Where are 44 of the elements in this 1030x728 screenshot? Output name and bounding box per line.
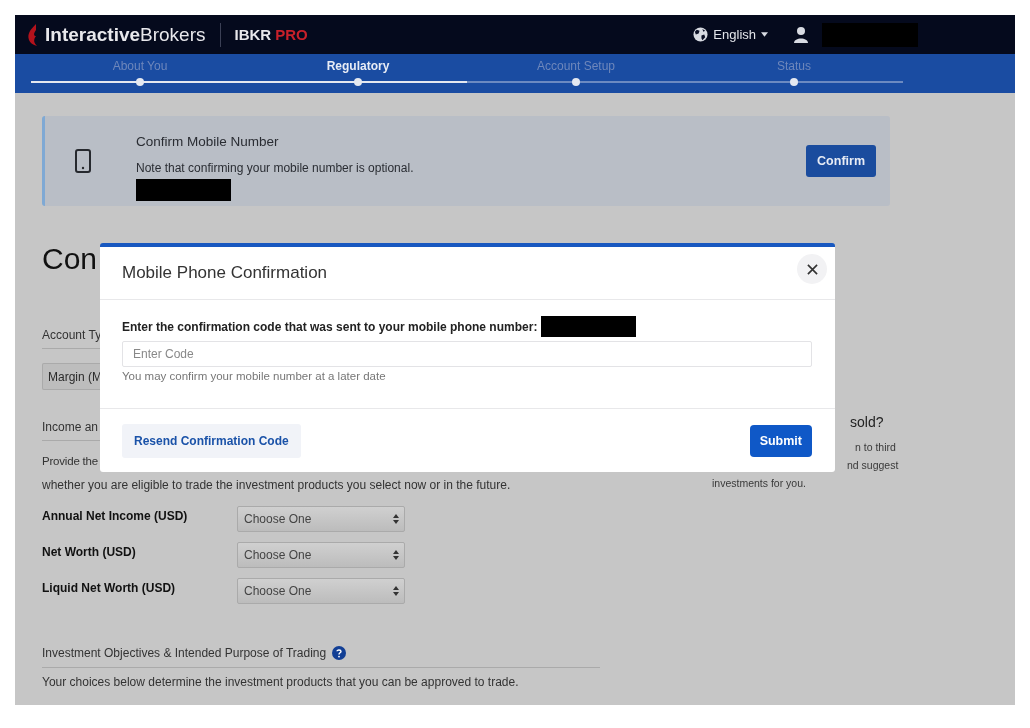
caret-icon bbox=[761, 32, 768, 37]
confirm-button[interactable]: Confirm bbox=[806, 145, 876, 177]
side-heading: sold? bbox=[850, 414, 884, 430]
side-text: n to third bbox=[855, 440, 896, 455]
product-name: IBKR bbox=[234, 26, 272, 43]
side-text: investments for you. bbox=[712, 476, 806, 491]
field-label: Annual Net Income (USD) bbox=[42, 508, 189, 523]
close-icon bbox=[806, 263, 818, 275]
section-heading: Income an bbox=[42, 420, 99, 434]
sort-caret-icon bbox=[393, 550, 399, 560]
submit-button[interactable]: Submit bbox=[749, 424, 812, 457]
product-tier-label: PRO bbox=[275, 26, 308, 43]
section-text: Provide the bbox=[42, 454, 98, 469]
user-icon[interactable] bbox=[794, 26, 808, 43]
select-field[interactable]: Choose One bbox=[237, 578, 405, 604]
section-text: whether you are eligible to trade the investment products you select now or in the future. bbox=[42, 477, 511, 494]
step-dot bbox=[790, 78, 798, 86]
field-label: Net Worth (USD) bbox=[42, 544, 137, 559]
help-icon[interactable] bbox=[332, 646, 347, 660]
phone-icon bbox=[75, 149, 91, 173]
resend-code-button[interactable]: Resend Confirmation Code bbox=[122, 423, 301, 458]
sort-caret-icon bbox=[393, 586, 399, 596]
select-field[interactable]: Choose One bbox=[237, 542, 405, 568]
select-field[interactable]: Choose One bbox=[237, 506, 405, 532]
language-menu[interactable]: English bbox=[693, 27, 768, 42]
page-heading: Con bbox=[42, 242, 98, 276]
globe-icon bbox=[693, 27, 709, 42]
banner-title: Confirm Mobile Number bbox=[136, 133, 279, 149]
logo-text: InteractiveBrokers bbox=[45, 23, 206, 46]
step-dot bbox=[354, 78, 362, 86]
code-prompt: Enter the confirmation code that was sent to your mobile phone number: bbox=[122, 319, 538, 334]
modal-title: Mobile Phone Confirmation bbox=[122, 263, 328, 283]
step-dot bbox=[572, 78, 580, 86]
field-label: Liquid Net Worth (USD) bbox=[42, 580, 177, 595]
sort-caret-icon bbox=[393, 514, 399, 524]
section-text: Your choices below determine the investment products that you can be approved to trade. bbox=[42, 674, 519, 691]
step-label[interactable]: Regulatory bbox=[249, 54, 467, 75]
section-heading: Investment Objectives & Intended Purpose of Trading bbox=[42, 646, 327, 660]
input-hint: You may confirm your mobile number at a later date bbox=[122, 370, 386, 382]
code-input[interactable]: Enter Code bbox=[122, 341, 812, 367]
step-dot bbox=[136, 78, 144, 86]
side-text: nd suggest bbox=[847, 458, 899, 473]
banner-note: Note that confirming your mobile number is optional. bbox=[136, 160, 414, 175]
close-button[interactable] bbox=[797, 254, 827, 284]
